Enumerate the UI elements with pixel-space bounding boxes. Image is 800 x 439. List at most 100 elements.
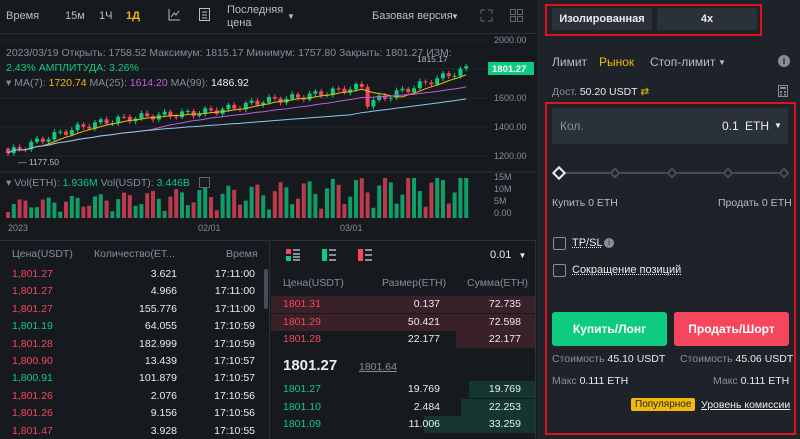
precision-select[interactable]: 0.01 ▼ [490, 249, 526, 261]
book-size: 2.484 [413, 400, 440, 413]
volume-bar [209, 197, 213, 218]
trade-price: 1,801.26 [12, 389, 53, 402]
time-button[interactable]: Время [6, 10, 39, 22]
book-sum: 72.598 [488, 315, 521, 328]
book-price: 1801.09 [283, 418, 321, 430]
interval-1d[interactable]: 1Д [126, 10, 140, 22]
volume-bar [441, 180, 445, 218]
version-selector[interactable]: Базовая версия [372, 10, 453, 22]
sell-short-button[interactable]: Продать/Шорт [674, 312, 789, 346]
bid-row[interactable]: 1801.27 19.769 19.769 [271, 381, 535, 398]
trade-qty: 2.076 [150, 389, 177, 402]
book-view-asks-icon[interactable] [358, 249, 372, 264]
fee-level-link[interactable]: Уровень комиссии [701, 399, 790, 411]
volume-bar [232, 189, 237, 218]
volume-bar [69, 196, 74, 218]
candle-body [139, 113, 144, 119]
low-marker: — 1177.50 [18, 157, 59, 167]
trade-time: 17:10:56 [214, 389, 255, 402]
candle-body [75, 124, 80, 131]
chevron-down-icon[interactable]: ▼ [451, 12, 459, 21]
trade-time: 17:11:00 [214, 268, 255, 280]
chevron-down-icon[interactable]: ▼ [774, 121, 782, 130]
tab-market[interactable]: Рынок [599, 55, 634, 69]
candle-body [191, 111, 196, 116]
vol-usdt-value: 3.446B [156, 177, 190, 189]
volume-bar [342, 203, 347, 218]
ask-row[interactable]: 1801.31 0.137 72.735 [271, 296, 535, 313]
quantity-field[interactable]: Кол. 0.1 ETH ▼ [552, 108, 788, 144]
sell-cost: Стоимость 45.06 USDT [680, 353, 793, 365]
mark-price[interactable]: 1801.64 [359, 361, 397, 373]
indicators-icon[interactable] [168, 8, 181, 24]
trade-time: 17:10:57 [214, 372, 255, 385]
volume-bar [336, 184, 341, 218]
volume-bar [226, 185, 231, 218]
leverage-button[interactable]: 4x [657, 8, 757, 30]
tpsl-checkbox[interactable] [553, 237, 566, 250]
interval-1h[interactable]: 1Ч [99, 10, 112, 22]
amplitude-value: 3.26% [109, 62, 139, 74]
trades-header: Цена(USDT) Количество(ЕТ... Время [0, 246, 269, 263]
vol-tick-label: 5M [494, 196, 507, 206]
candle-body [290, 94, 295, 99]
interval-15m[interactable]: 15м [65, 10, 85, 22]
recent-trades: Цена(USDT) Количество(ЕТ... Время 1,801.… [0, 240, 270, 439]
volume-bar [365, 192, 370, 218]
volume-bar [64, 201, 68, 218]
grid-layout-icon[interactable] [510, 9, 523, 25]
volume-bar [168, 196, 173, 218]
settings-icon[interactable] [198, 177, 210, 188]
volume-bar [110, 211, 115, 218]
vol-collapse-icon[interactable]: ▾ [6, 177, 11, 189]
trade-qty: 101.879 [139, 372, 177, 385]
info-icon[interactable]: i [778, 55, 790, 67]
quantity-value[interactable]: 0.1 [722, 119, 739, 133]
chevron-down-icon[interactable]: ▼ [718, 58, 726, 67]
trade-price: 1,801.26 [12, 407, 53, 420]
book-view-both-icon[interactable] [286, 249, 300, 264]
reduce-only-checkbox[interactable] [553, 264, 566, 277]
candle-body [272, 96, 277, 99]
book-view-bids-icon[interactable] [322, 249, 336, 264]
volume-bar [162, 210, 167, 218]
candle-body [313, 91, 318, 94]
amplitude-label: АМПЛИТУДА: [38, 62, 107, 74]
buy-max-value: 0.111 ETH [579, 375, 629, 387]
trade-price: 1,801.27 [12, 268, 53, 280]
volume-bar [75, 197, 80, 218]
margin-mode-button[interactable]: Изолированная [552, 8, 652, 30]
quantity-unit-select[interactable]: ETH [745, 119, 769, 133]
volume-bar [40, 199, 45, 218]
trade-price: 1,801.27 [12, 302, 53, 315]
volume-bar [290, 204, 295, 218]
available-balance: Дост. 50.20 USDT ⇄ [552, 86, 649, 98]
scrollbar[interactable] [264, 269, 268, 309]
bid-row[interactable]: 1801.10 2.484 22.253 [271, 398, 535, 416]
sell-available: Продать 0 ETH [718, 197, 792, 209]
volume-bar [272, 191, 277, 218]
transfer-icon[interactable]: ⇄ [640, 86, 649, 98]
last-price-selector[interactable]: Последняя цена [227, 4, 283, 30]
ask-row[interactable]: 1801.29 50.421 72.598 [271, 313, 535, 331]
volume-bar [278, 182, 283, 218]
bid-row[interactable]: 1801.09 11.006 33.259 [271, 416, 535, 433]
tab-limit[interactable]: Лимит [552, 55, 587, 69]
layout-icon[interactable] [199, 8, 210, 24]
volume-bar [319, 208, 324, 218]
info-icon[interactable]: i [604, 238, 614, 248]
tab-stop-limit[interactable]: Стоп-лимит [650, 55, 715, 69]
fullscreen-icon[interactable] [480, 9, 493, 25]
candle-body [64, 131, 68, 135]
volume-bar [249, 186, 254, 218]
quantity-label: Кол. [560, 119, 584, 133]
trade-time: 17:11:00 [214, 285, 255, 298]
calculator-icon[interactable] [778, 85, 788, 100]
buy-long-button[interactable]: Купить/Лонг [552, 312, 667, 346]
chevron-down-icon[interactable]: ▼ [287, 12, 295, 21]
y-tick-label: 1600.00 [494, 93, 527, 103]
ma-collapse-icon[interactable]: ▾ [6, 77, 11, 89]
ask-row[interactable]: 1801.28 22.177 22.177 [271, 331, 535, 348]
book-sum: 19.769 [488, 383, 521, 395]
trade-price: 1,801.27 [12, 285, 53, 298]
